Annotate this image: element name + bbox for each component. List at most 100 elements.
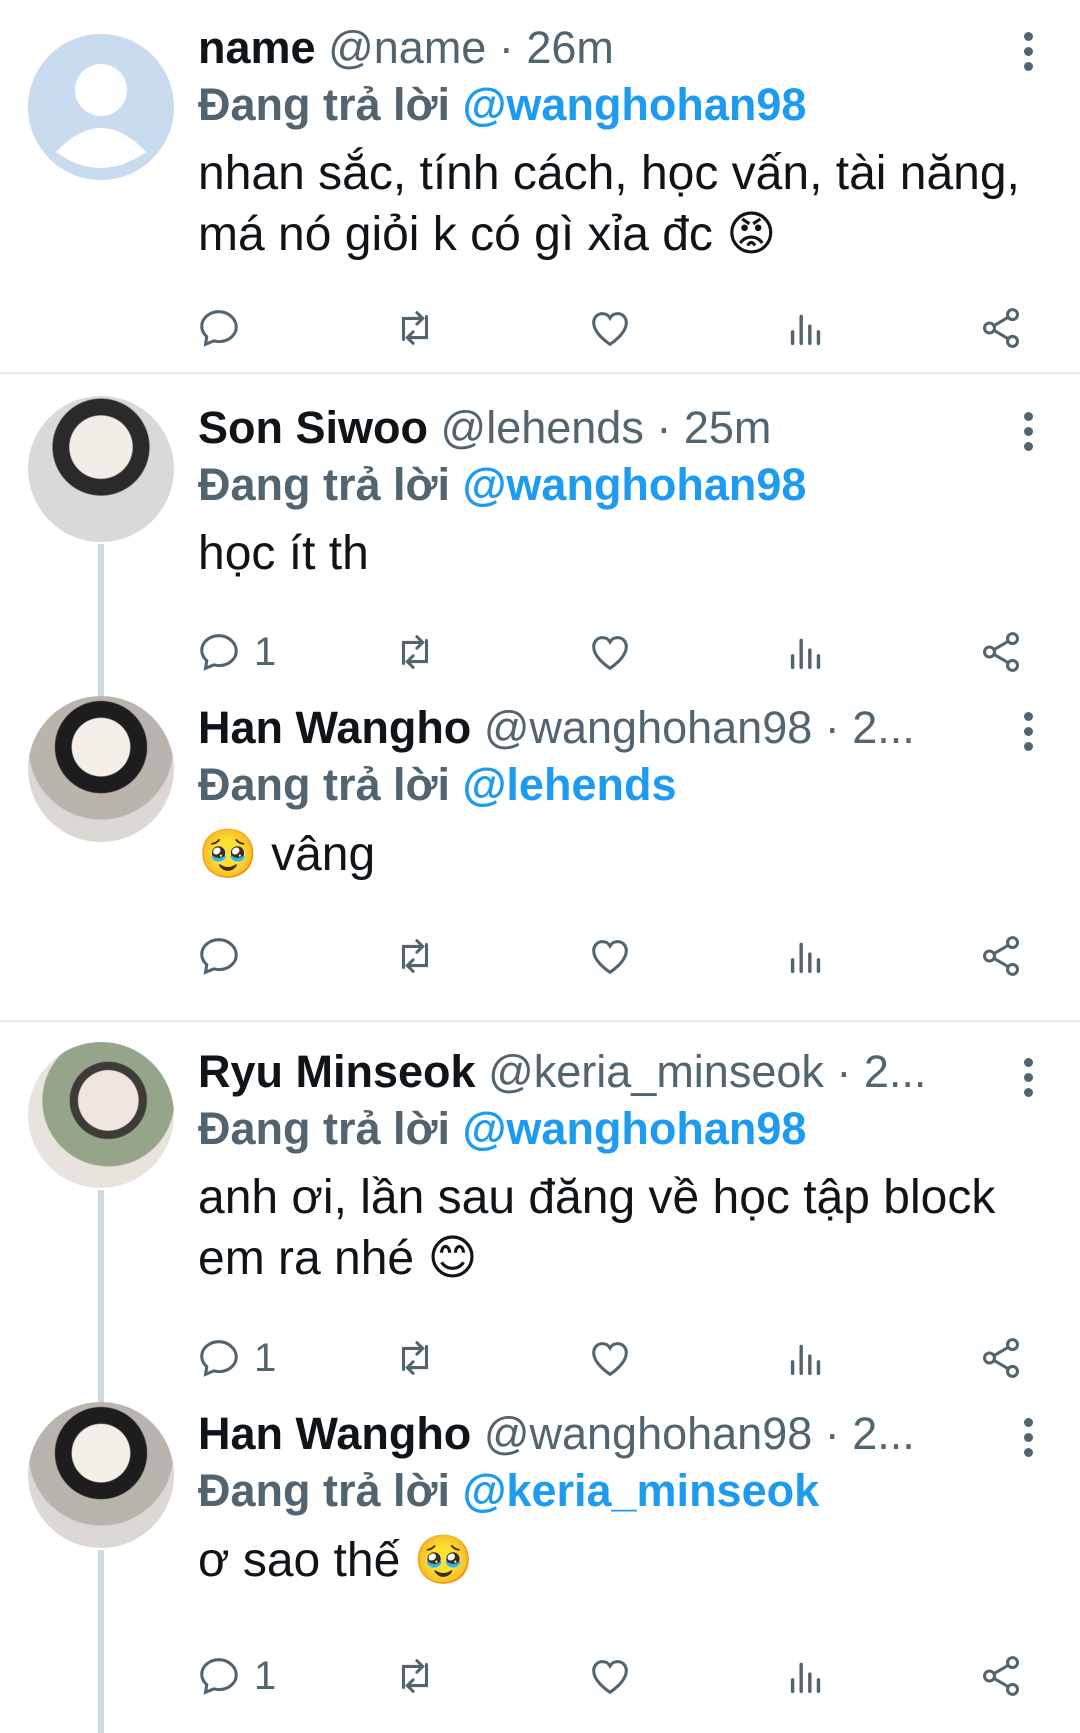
emoji: 🥹 (198, 826, 258, 882)
avatar[interactable] (28, 396, 174, 542)
retweet-button[interactable] (392, 305, 512, 351)
tweet-header: Han Wangho @wanghohan98 · 2... (198, 700, 1056, 756)
like-icon (592, 312, 628, 347)
display-name[interactable]: Han Wangho (198, 1408, 471, 1459)
views-button[interactable] (783, 629, 903, 675)
tweet-body: học ít th (198, 527, 369, 580)
avatar[interactable] (28, 696, 174, 842)
tweet-text: ơ sao thế 🥹 (198, 1530, 1056, 1591)
like-button[interactable] (587, 305, 707, 351)
mention-link[interactable]: @wanghohan98 (463, 79, 807, 130)
display-name[interactable]: Han Wangho (198, 702, 471, 753)
handle[interactable]: @wanghohan98 (484, 1408, 812, 1459)
reply-context: Đang trả lời @wanghohan98 (198, 1100, 1056, 1158)
tweet[interactable]: Ryu Minseok @keria_minseok · 2... Đang t… (0, 1022, 1080, 1402)
display-name[interactable]: name (198, 22, 316, 73)
like-button[interactable] (587, 1653, 707, 1699)
action-bar: 1 (196, 1328, 1024, 1388)
tweet-text: anh ơi, lần sau đăng về học tập block em… (198, 1168, 1056, 1289)
mention-link[interactable]: @wanghohan98 (463, 1103, 807, 1154)
tweet-body: nhan sắc, tính cách, học vấn, tài năng, … (198, 147, 1020, 261)
reply-icon (200, 938, 238, 975)
reply-button[interactable]: 1 (196, 629, 316, 675)
timestamp: · 25m (656, 402, 772, 453)
action-bar: 1 (196, 1646, 1024, 1706)
reply-prefix: Đang trả lời (198, 1465, 451, 1516)
handle[interactable]: @name (328, 22, 486, 73)
retweet-icon (401, 1341, 428, 1375)
emoji: 🥹 (413, 1532, 474, 1588)
timestamp: · 2... (824, 702, 915, 753)
share-icon (982, 1338, 1020, 1378)
reply-button[interactable] (196, 933, 316, 979)
like-icon (592, 1342, 628, 1377)
share-button[interactable] (978, 1335, 1024, 1381)
timestamp: · 2... (836, 1046, 927, 1097)
reply-count: 1 (254, 1653, 277, 1698)
like-button[interactable] (587, 629, 707, 675)
reply-count: 1 (254, 629, 277, 674)
mention-link[interactable]: @wanghohan98 (463, 459, 807, 510)
retweet-button[interactable] (392, 629, 512, 675)
retweet-icon (401, 939, 428, 973)
action-bar: 1 (196, 622, 1024, 682)
action-bar (196, 298, 1024, 358)
retweet-button[interactable] (392, 1335, 512, 1381)
tweet-text: 🥹 vâng (198, 824, 1056, 885)
tweet[interactable]: Han Wangho @wanghohan98 · 2... Đang trả … (0, 696, 1080, 1020)
views-button[interactable] (783, 933, 903, 979)
share-icon (982, 632, 1020, 672)
views-icon (790, 314, 820, 346)
share-button[interactable] (978, 305, 1024, 351)
avatar[interactable] (28, 1402, 174, 1548)
timestamp: · 2... (824, 1408, 915, 1459)
emoji: 😊 (427, 1230, 478, 1286)
handle[interactable]: @wanghohan98 (484, 702, 812, 753)
tweet-header: name @name · 26m (198, 20, 1056, 76)
reply-icon (200, 1340, 238, 1377)
timestamp: · 26m (498, 22, 614, 73)
tweet[interactable]: Han Wangho @wanghohan98 · 2... Đang trả … (0, 1402, 1080, 1733)
retweet-button[interactable] (392, 933, 512, 979)
tweet-body: anh ơi, lần sau đăng về học tập block em… (198, 1171, 996, 1285)
reply-icon (200, 634, 238, 671)
share-icon (982, 936, 1020, 976)
mention-link[interactable]: @lehends (463, 759, 677, 810)
like-button[interactable] (587, 933, 707, 979)
reply-context: Đang trả lời @wanghohan98 (198, 76, 1056, 134)
reply-prefix: Đang trả lời (198, 459, 451, 510)
retweet-icon (401, 311, 428, 345)
tweet[interactable]: name @name · 26m Đang trả lời @wanghohan… (0, 0, 1080, 372)
handle[interactable]: @keria_minseok (488, 1046, 824, 1097)
retweet-button[interactable] (392, 1653, 512, 1699)
views-button[interactable] (783, 1335, 903, 1381)
share-button[interactable] (978, 629, 1024, 675)
share-button[interactable] (978, 933, 1024, 979)
like-button[interactable] (587, 1335, 707, 1381)
display-name[interactable]: Ryu Minseok (198, 1046, 476, 1097)
reply-prefix: Đang trả lời (198, 759, 451, 810)
views-button[interactable] (783, 305, 903, 351)
reply-count: 1 (254, 1335, 277, 1380)
views-button[interactable] (783, 1653, 903, 1699)
avatar[interactable] (28, 34, 174, 180)
handle[interactable]: @lehends (441, 402, 644, 453)
tweet-text: học ít th (198, 524, 1056, 584)
reply-button[interactable]: 1 (196, 1653, 316, 1699)
tweet[interactable]: Son Siwoo @lehends · 25m Đang trả lời @w… (0, 374, 1080, 696)
reply-context: Đang trả lời @keria_minseok (198, 1462, 1056, 1520)
share-button[interactable] (978, 1653, 1024, 1699)
views-icon (790, 1344, 820, 1376)
share-icon (982, 1656, 1020, 1696)
views-icon (790, 942, 820, 974)
reply-button[interactable]: 1 (196, 1335, 316, 1381)
tweet-header: Han Wangho @wanghohan98 · 2... (198, 1406, 1056, 1462)
reply-prefix: Đang trả lời (198, 79, 451, 130)
mention-link[interactable]: @keria_minseok (463, 1465, 820, 1516)
reply-button[interactable] (196, 305, 316, 351)
avatar[interactable] (28, 1042, 174, 1188)
display-name[interactable]: Son Siwoo (198, 402, 428, 453)
reply-prefix: Đang trả lời (198, 1103, 451, 1154)
retweet-icon (401, 1659, 428, 1693)
thread-line (98, 1550, 104, 1733)
